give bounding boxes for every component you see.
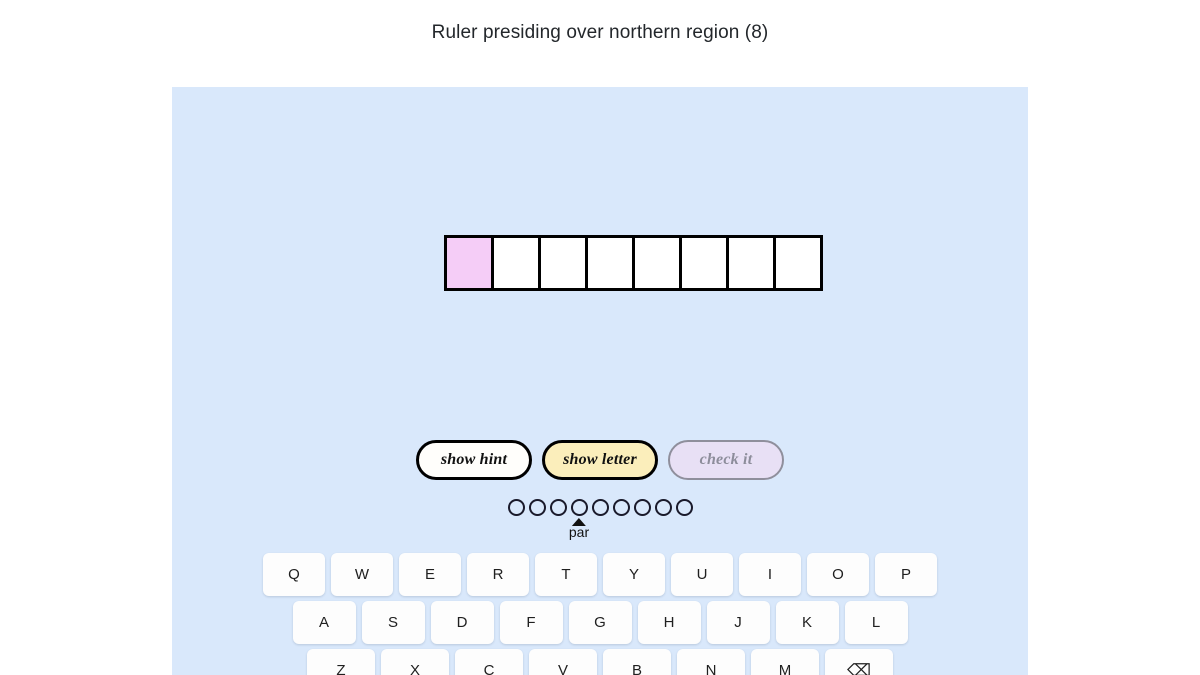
- word-answer-grid[interactable]: [444, 235, 823, 291]
- action-button-bar: show hint show letter check it: [172, 440, 1028, 480]
- answer-cell-4[interactable]: [588, 238, 635, 288]
- key-l[interactable]: L: [844, 601, 908, 644]
- keyboard-row-2: ASDFGHJKL: [292, 601, 908, 644]
- key-n[interactable]: N: [677, 649, 745, 675]
- key-x[interactable]: X: [381, 649, 449, 675]
- par-dot-3: [549, 499, 567, 516]
- show-letter-button[interactable]: show letter: [542, 440, 658, 480]
- answer-cell-2[interactable]: [494, 238, 541, 288]
- answer-cell-3[interactable]: [541, 238, 588, 288]
- clue-text: Ruler presiding over northern region (8): [431, 22, 769, 43]
- key-h[interactable]: H: [637, 601, 701, 644]
- par-dot-2: [528, 499, 546, 516]
- par-dot-9: [675, 499, 693, 516]
- answer-cell-1[interactable]: [447, 238, 494, 288]
- key-o[interactable]: O: [807, 553, 869, 596]
- answer-cell-7[interactable]: [729, 238, 776, 288]
- key-f[interactable]: F: [499, 601, 563, 644]
- answer-cell-5[interactable]: [635, 238, 682, 288]
- key-b[interactable]: B: [603, 649, 671, 675]
- key-y[interactable]: Y: [603, 553, 665, 596]
- par-dot-1: [507, 499, 525, 516]
- game-panel: show hint show letter check it par QWERT…: [172, 87, 1028, 675]
- answer-cell-6[interactable]: [682, 238, 729, 288]
- par-dot-5: [591, 499, 609, 516]
- key-a[interactable]: A: [292, 601, 356, 644]
- check-it-button: check it: [668, 440, 784, 480]
- key-r[interactable]: R: [467, 553, 529, 596]
- key-w[interactable]: W: [331, 553, 393, 596]
- key-z[interactable]: Z: [307, 649, 375, 675]
- key-k[interactable]: K: [775, 601, 839, 644]
- key-q[interactable]: Q: [263, 553, 325, 596]
- key-s[interactable]: S: [361, 601, 425, 644]
- key-u[interactable]: U: [671, 553, 733, 596]
- on-screen-keyboard: QWERTYUIOP ASDFGHJKL Z X C V B N M ⌫: [172, 553, 1028, 675]
- answer-cell-8[interactable]: [776, 238, 820, 288]
- par-dot-8: [654, 499, 672, 516]
- par-marker-area: par: [172, 518, 1028, 544]
- backspace-key[interactable]: ⌫: [825, 649, 893, 675]
- keyboard-row-1: QWERTYUIOP: [263, 553, 937, 596]
- par-marker: par: [569, 518, 589, 540]
- key-j[interactable]: J: [706, 601, 770, 644]
- par-dot-6: [612, 499, 630, 516]
- par-dot-4: [570, 499, 588, 516]
- key-d[interactable]: D: [430, 601, 494, 644]
- key-e[interactable]: E: [399, 553, 461, 596]
- par-label: par: [568, 524, 590, 540]
- par-dot-7: [633, 499, 651, 516]
- keyboard-row-3: Z X C V B N M ⌫: [307, 649, 893, 675]
- key-i[interactable]: I: [739, 553, 801, 596]
- par-tracker: par: [172, 499, 1028, 544]
- key-c[interactable]: C: [455, 649, 523, 675]
- key-p[interactable]: P: [875, 553, 937, 596]
- par-dot-row: [507, 499, 693, 516]
- key-g[interactable]: G: [568, 601, 632, 644]
- show-hint-button[interactable]: show hint: [416, 440, 532, 480]
- key-v[interactable]: V: [529, 649, 597, 675]
- key-m[interactable]: M: [751, 649, 819, 675]
- key-t[interactable]: T: [535, 553, 597, 596]
